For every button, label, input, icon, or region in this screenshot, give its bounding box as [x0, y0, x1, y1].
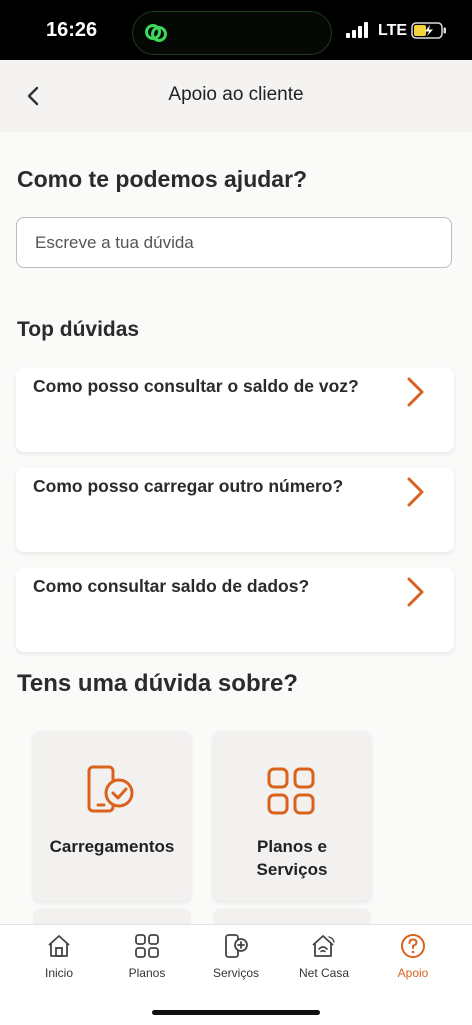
dynamic-island — [132, 11, 332, 55]
signal-icon — [346, 22, 368, 38]
tab-planos[interactable]: Planos — [100, 925, 194, 989]
faq-item[interactable]: Como posso carregar outro número? — [16, 468, 454, 552]
phone-plus-icon — [225, 934, 248, 958]
topic-card-planos[interactable]: Planos e Serviços — [213, 731, 371, 901]
tab-apoio[interactable]: Apoio — [366, 925, 460, 989]
help-circle-icon — [401, 934, 425, 958]
faq-item-label: Como posso consultar o saldo de voz? — [33, 376, 359, 396]
status-bar: 16:26 LTE — [0, 0, 472, 60]
status-time: 16:26 — [46, 19, 98, 41]
faq-item[interactable]: Como consultar saldo de dados? — [16, 568, 454, 652]
search-input[interactable] — [17, 218, 437, 268]
help-heading: Como te podemos ajudar? — [17, 166, 308, 192]
phone-check-icon — [87, 765, 134, 813]
link-icon — [145, 24, 167, 42]
tab-label: Serviços — [212, 966, 259, 980]
home-icon — [48, 935, 70, 957]
faq-item-label: Como posso carregar outro número? — [33, 476, 344, 496]
tab-label: Apoio — [397, 966, 429, 980]
network-type: LTE — [378, 22, 408, 39]
tab-label: Planos — [128, 966, 166, 980]
topic-card-label: Planos e Serviços — [256, 837, 328, 879]
tab-inicio[interactable]: Inicio — [12, 925, 106, 989]
chevron-right-icon — [407, 577, 424, 607]
chevron-right-icon — [407, 477, 424, 507]
topics-heading: Tens uma dúvida sobre? — [17, 670, 298, 697]
battery-icon — [411, 22, 446, 39]
topic-card-carregamentos[interactable]: Carregamentos — [33, 731, 191, 901]
faq-item-label: Como consultar saldo de dados? — [33, 576, 310, 596]
tab-label: Net Casa — [298, 966, 350, 980]
tab-net-casa[interactable]: Net Casa — [277, 925, 371, 989]
search-box[interactable] — [16, 217, 452, 268]
tab-label: Inicio — [44, 966, 73, 980]
home-indicator — [152, 1010, 320, 1015]
tab-servicos[interactable]: Serviços — [189, 925, 283, 989]
app-header: Apoio ao cliente — [0, 60, 472, 132]
topic-card-label: Carregamentos — [49, 837, 175, 856]
grid-icon — [267, 767, 315, 815]
page-title: Apoio ao cliente — [168, 84, 304, 105]
chevron-right-icon — [407, 377, 424, 407]
top-doubts-heading: Top dúvidas — [17, 318, 140, 341]
grid-icon — [135, 934, 159, 958]
home-wifi-icon — [312, 935, 335, 957]
faq-item[interactable]: Como posso consultar o saldo de voz? — [16, 368, 454, 452]
